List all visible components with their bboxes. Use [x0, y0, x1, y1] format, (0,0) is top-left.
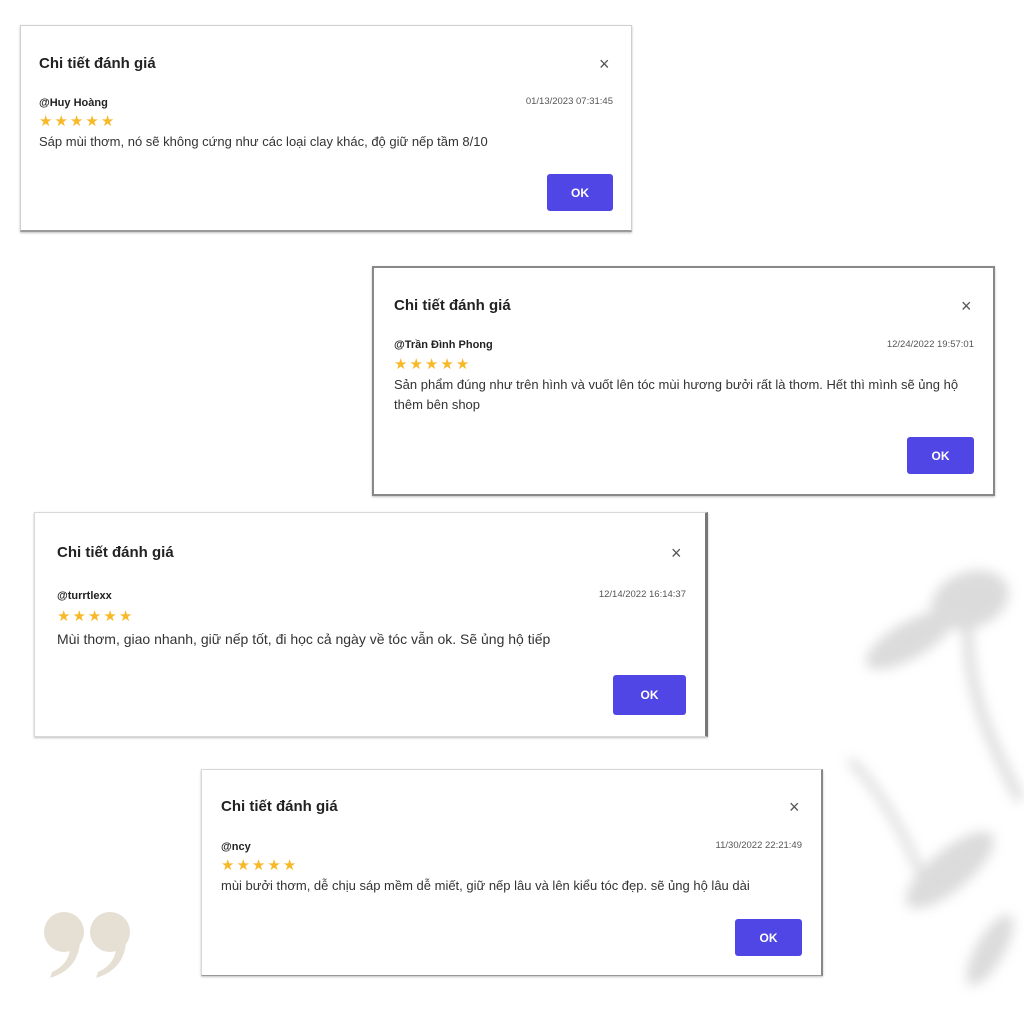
star-icon: ★	[39, 113, 53, 130]
dialog-title: Chi tiết đánh giá	[57, 544, 174, 561]
reviewer-name: @Huy Hoàng	[39, 97, 108, 109]
star-icon: ★	[103, 608, 117, 625]
star-icon: ★	[100, 113, 115, 130]
review-dialog: Chi tiết đánh giá × @Trần Đình Phong 12/…	[372, 266, 995, 496]
reviewer-name: @ncy	[221, 841, 251, 853]
star-icon: ★	[267, 857, 281, 874]
review-dialog: Chi tiết đánh giá × @Huy Hoàng 01/13/202…	[20, 25, 632, 232]
review-comment: Sản phẩm đúng như trên hình và vuốt lên …	[394, 377, 959, 412]
reviewer-name: @Trần Đình Phong	[394, 339, 493, 351]
star-rating: ★ ★ ★ ★ ★	[394, 357, 469, 372]
close-icon[interactable]: ×	[671, 544, 682, 562]
star-icon: ★	[409, 356, 423, 373]
close-icon[interactable]: ×	[789, 798, 800, 816]
star-icon: ★	[85, 113, 99, 130]
review-date: 01/13/2023 07:31:45	[525, 96, 613, 107]
star-icon: ★	[251, 857, 266, 874]
star-icon: ★	[455, 356, 470, 373]
review-date: 11/30/2022 22:21:49	[715, 840, 802, 851]
close-icon[interactable]: ×	[599, 55, 610, 73]
star-icon: ★	[282, 857, 297, 874]
review-date: 12/24/2022 19:57:01	[886, 339, 974, 350]
star-icon: ★	[221, 857, 235, 874]
ok-button[interactable]: OK	[735, 919, 802, 956]
star-icon: ★	[54, 113, 68, 130]
star-icon: ★	[118, 608, 133, 625]
star-icon: ★	[424, 356, 439, 373]
dialog-title: Chi tiết đánh giá	[39, 55, 156, 72]
review-dialog: Chi tiết đánh giá × @ncy 11/30/2022 22:2…	[201, 769, 823, 976]
close-icon[interactable]: ×	[961, 297, 972, 315]
quote-icon	[44, 912, 130, 978]
ok-button[interactable]: OK	[907, 437, 974, 474]
review-comment: mùi bưởi thơm, dễ chịu sáp mềm dễ miết, …	[221, 878, 750, 893]
review-comment: Mùi thơm, giao nhanh, giữ nếp tốt, đi họ…	[57, 631, 551, 647]
dialog-title: Chi tiết đánh giá	[394, 297, 511, 314]
ok-button[interactable]: OK	[547, 174, 613, 211]
review-dialog: Chi tiết đánh giá × @turrtlexx 12/14/202…	[34, 512, 708, 737]
star-icon: ★	[394, 356, 408, 373]
review-comment: Sáp mùi thơm, nó sẽ không cứng như các l…	[39, 134, 488, 149]
review-date: 12/14/2022 16:14:37	[598, 589, 686, 600]
star-icon: ★	[236, 857, 250, 874]
star-icon: ★	[87, 608, 102, 625]
star-icon: ★	[69, 113, 84, 130]
ok-button[interactable]: OK	[613, 675, 686, 715]
star-rating: ★ ★ ★ ★ ★	[57, 609, 132, 624]
leaf-shadow-decoration	[847, 570, 1024, 986]
star-icon: ★	[72, 608, 86, 625]
dialog-title: Chi tiết đánh giá	[221, 798, 338, 815]
star-rating: ★ ★ ★ ★ ★	[39, 114, 114, 129]
star-icon: ★	[57, 608, 71, 625]
star-rating: ★ ★ ★ ★ ★	[221, 858, 296, 873]
star-icon: ★	[440, 356, 454, 373]
reviewer-name: @turrtlexx	[57, 590, 112, 602]
